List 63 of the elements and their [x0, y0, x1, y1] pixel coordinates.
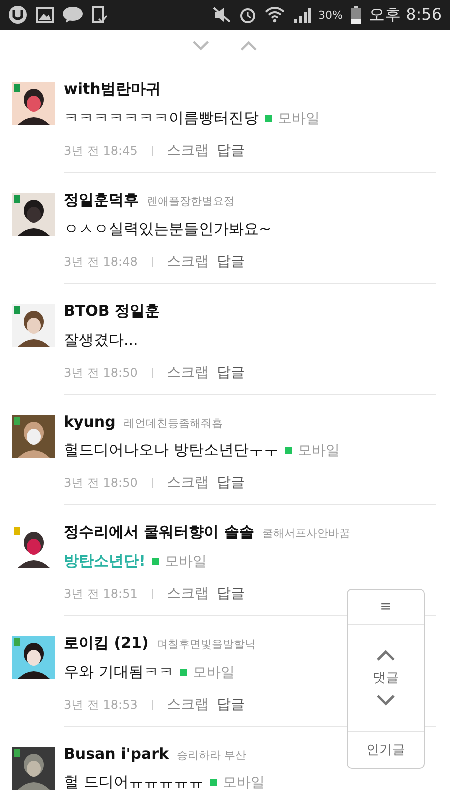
mobile-square-icon: [210, 779, 217, 786]
author-nickname: 쿨해서프사안바꿈: [262, 526, 350, 541]
popular-posts-button[interactable]: 인기글: [366, 741, 406, 759]
mobile-label: 모바일: [192, 664, 235, 682]
wifi-icon: [264, 7, 285, 23]
comment-text: 헐드디어나오나 방탄소년단ㅜㅜ: [64, 441, 279, 460]
scrap-link[interactable]: 스크랩: [166, 696, 209, 714]
reply-link[interactable]: 답글: [216, 253, 245, 271]
author-nickname: 레언데친등좀해줘흡: [124, 416, 223, 431]
chat-bubble-icon: [62, 6, 84, 24]
comment-text: 우와 기대됨ㅋㅋ: [64, 663, 174, 682]
author-name[interactable]: BTOB 정일훈: [64, 302, 160, 321]
comment-time: 3년 전 18:51: [64, 586, 138, 602]
author-name[interactable]: 정수리에서 쿨워터향이 솔솔: [64, 523, 254, 542]
mobile-square-icon: [284, 447, 292, 454]
author-nickname: 렌애플장한별요정: [147, 194, 235, 209]
gallery-icon: [36, 7, 54, 23]
battery-percent: 30%: [318, 8, 343, 22]
comment-text: 헐 드디어ㅠㅠㅠㅠㅠ: [64, 773, 204, 792]
screen-check-icon: [92, 6, 108, 24]
author-name[interactable]: kyung: [64, 413, 116, 431]
mobile-square-icon: [265, 115, 272, 122]
comment-text: ㅇㅅㅇ실력있는분들인가봐요~: [64, 220, 272, 239]
scrap-link[interactable]: 스크랩: [166, 585, 209, 603]
clock-time: 오후 8:56: [368, 4, 442, 26]
comment-time: 3년 전 18:53: [64, 696, 138, 714]
reply-link[interactable]: 답글: [216, 696, 245, 714]
author-name[interactable]: Busan i'park: [64, 745, 170, 763]
scroll-down-icon[interactable]: [376, 695, 396, 706]
comment-text: 잘생겼다...: [64, 331, 138, 350]
mobile-label: 모바일: [222, 774, 265, 792]
mobile-label: 모바일: [278, 110, 320, 128]
reply-link[interactable]: 답글: [216, 585, 245, 603]
scrap-link[interactable]: 스크랩: [166, 364, 209, 382]
author-name[interactable]: 정일훈덕후: [64, 191, 139, 210]
mobile-label: 모바일: [298, 442, 340, 460]
comment-time: 3년 전 18:45: [64, 142, 138, 160]
mobile-label: 모바일: [164, 552, 207, 570]
comments-label: 댓글: [373, 670, 399, 687]
signal-icon: [292, 7, 311, 23]
comment-time: 3년 전 18:50: [64, 364, 138, 382]
author-name[interactable]: with범란마귀: [64, 80, 161, 99]
comment-time: 3년 전 18:50: [64, 474, 138, 492]
comment-text: 방탄소년단!: [64, 552, 146, 571]
comment-time: 3년 전 18:48: [64, 254, 138, 270]
author-name[interactable]: 로이킴 (21): [64, 634, 149, 653]
reply-link[interactable]: 답글: [216, 142, 245, 160]
scrap-link[interactable]: 스크랩: [166, 474, 209, 492]
reply-link[interactable]: 답글: [216, 364, 245, 382]
author-nickname: 승리하라 부산: [177, 748, 247, 763]
alarm-icon: [238, 6, 257, 24]
menu-button[interactable]: ≡: [380, 599, 392, 615]
mobile-square-icon: [152, 558, 159, 565]
scroll-up-icon[interactable]: [376, 650, 396, 661]
mobile-square-icon: [180, 669, 187, 676]
mute-icon: [212, 7, 231, 23]
app-logo-icon: [8, 5, 28, 25]
comment-text: ㅋㅋㅋㅋㅋㅋㅋ이름빵터진당: [64, 109, 259, 128]
reply-link[interactable]: 답글: [216, 474, 245, 492]
author-nickname: 며칠후면빛을발할닉: [156, 637, 256, 652]
scrap-link[interactable]: 스크랩: [166, 253, 209, 271]
scrap-link[interactable]: 스크랩: [166, 142, 209, 160]
battery-icon: [350, 6, 361, 24]
